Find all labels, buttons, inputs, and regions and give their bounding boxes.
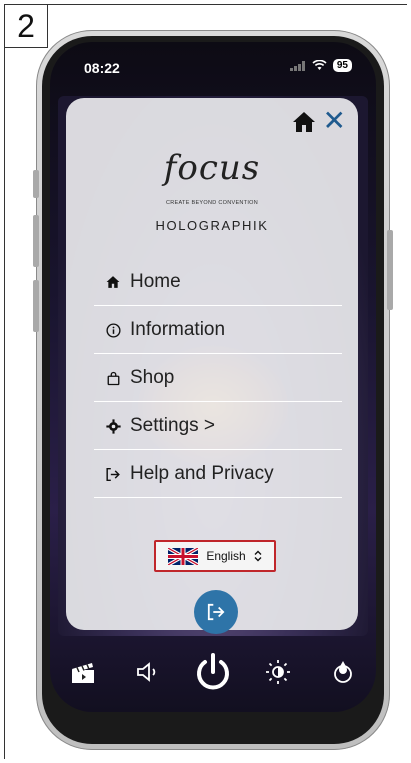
info-icon <box>102 322 124 338</box>
scene-button[interactable] <box>63 652 103 692</box>
shopping-bag-icon <box>102 371 124 386</box>
volume-icon <box>136 662 155 682</box>
divider <box>94 497 342 498</box>
home-icon[interactable] <box>292 110 316 134</box>
status-indicators: 95 <box>289 59 352 72</box>
wifi-icon <box>312 60 327 70</box>
menu-item-information[interactable]: Information <box>94 306 354 354</box>
phone-screen: 08:22 95 ✕ focus CREATE BEYOND CONVENTIO… <box>50 42 376 712</box>
brightness-button[interactable] <box>258 652 298 692</box>
close-icon[interactable]: ✕ <box>323 104 346 138</box>
menu-item-label: Information <box>130 319 226 340</box>
menu-item-home[interactable]: Home <box>94 258 354 306</box>
brand-tagline: CREATE BEYOND CONVENTION <box>165 200 259 206</box>
phone-volume-down-button <box>33 280 39 332</box>
step-number: 2 <box>4 4 48 48</box>
menu-item-help-and-privacy[interactable]: Help and Privacy <box>94 450 354 498</box>
language-select[interactable]: English <box>154 540 276 572</box>
status-bar: 08:22 95 <box>50 42 376 94</box>
power-button[interactable] <box>193 652 233 692</box>
gear-icon <box>102 418 124 434</box>
flame-button[interactable] <box>323 652 363 692</box>
uk-flag-icon <box>168 547 199 565</box>
updown-chevron-icon <box>254 550 262 562</box>
phone-power-button <box>387 230 393 310</box>
phone-side-button <box>33 170 39 198</box>
brand-subtitle: HOLOGRAPHIK <box>155 218 269 233</box>
sign-out-icon <box>207 603 225 621</box>
control-bar <box>50 642 376 702</box>
frame-top-rule <box>48 4 407 5</box>
brightness-icon <box>266 660 291 684</box>
flame-icon <box>334 661 353 683</box>
battery-indicator: 95 <box>332 59 352 72</box>
power-icon <box>197 653 229 690</box>
phone-volume-up-button <box>33 215 39 267</box>
menu-item-label: Help and Privacy <box>130 463 274 484</box>
sign-out-icon <box>102 467 124 482</box>
main-menu: Home Information Shop Settings > Help an… <box>94 258 354 498</box>
clapperboard-icon <box>71 663 94 683</box>
menu-item-label: Home <box>130 271 181 292</box>
status-time: 08:22 <box>84 60 120 76</box>
menu-item-label: Shop <box>130 367 175 388</box>
menu-item-label: Settings > <box>130 415 216 436</box>
brand-logo: focus <box>163 148 261 188</box>
menu-panel: ✕ focus CREATE BEYOND CONVENTION HOLOGRA… <box>66 98 358 634</box>
menu-item-shop[interactable]: Shop <box>94 354 354 402</box>
home-icon <box>102 275 124 289</box>
logout-button[interactable] <box>194 590 238 634</box>
language-label: English <box>206 549 246 563</box>
signal-icon <box>289 60 305 71</box>
volume-button[interactable] <box>128 652 168 692</box>
menu-item-settings[interactable]: Settings > <box>94 402 354 450</box>
